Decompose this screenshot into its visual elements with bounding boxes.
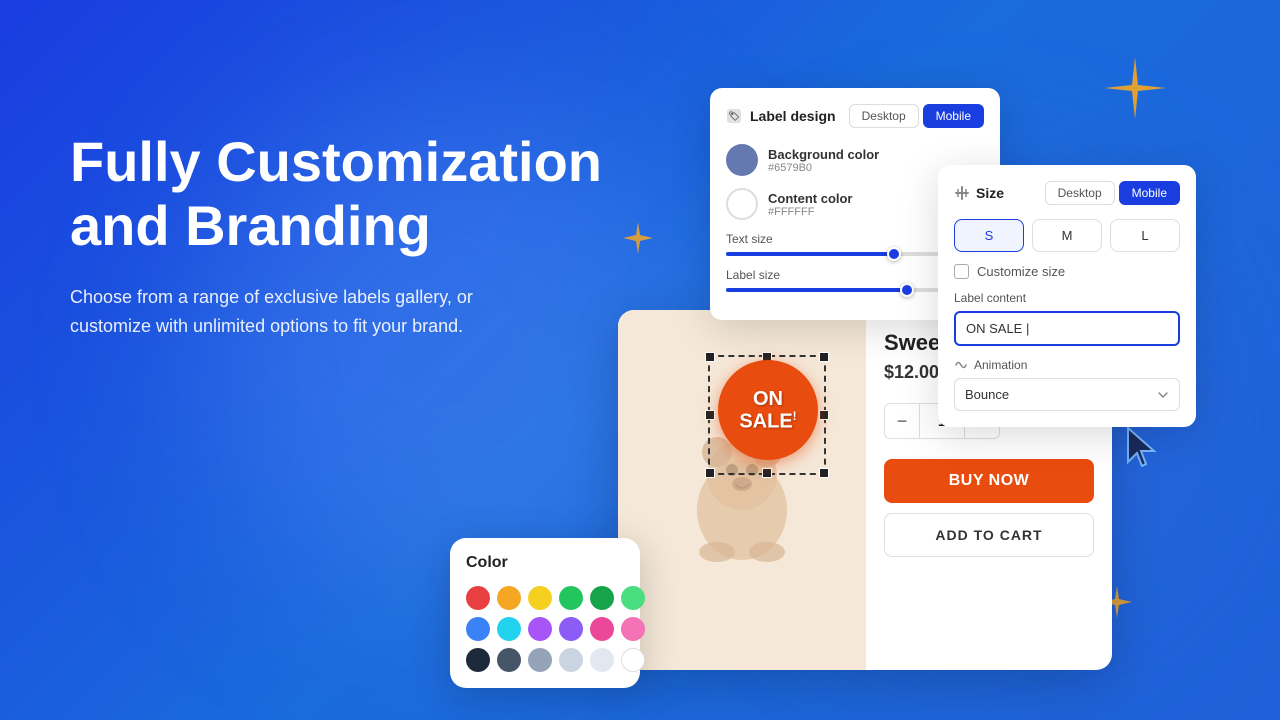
- bg-color-info: Background color #6579B0: [768, 147, 879, 174]
- handle-br[interactable]: [819, 468, 829, 478]
- content-color-info: Content color #FFFFFF: [768, 191, 853, 218]
- bg-color-circle[interactable]: [726, 144, 758, 176]
- color-picker-title: Color: [466, 554, 624, 572]
- color-dot-cyan[interactable]: [497, 617, 521, 641]
- handle-lm[interactable]: [705, 410, 715, 420]
- color-dot-pink[interactable]: [590, 617, 614, 641]
- cursor-icon: [1124, 426, 1160, 470]
- color-dot-slate[interactable]: [497, 648, 521, 672]
- size-icon: [954, 185, 970, 201]
- size-btn-s[interactable]: S: [954, 219, 1024, 252]
- svg-text:🏷: 🏷: [728, 111, 739, 121]
- on-sale-badge: ON SALE!: [718, 360, 818, 460]
- handle-bm[interactable]: [762, 468, 772, 478]
- size-btn-l[interactable]: L: [1110, 219, 1180, 252]
- label-design-title: 🏷 Label design: [726, 108, 836, 124]
- animation-value: Bounce: [965, 387, 1009, 402]
- add-to-cart-button[interactable]: ADD TO CART: [884, 513, 1094, 557]
- size-title: Size: [954, 185, 1004, 201]
- size-desktop-tab[interactable]: Desktop: [1045, 181, 1115, 205]
- color-dot-light-gray[interactable]: [559, 648, 583, 672]
- customize-row: Customize size: [954, 264, 1180, 279]
- animation-dropdown[interactable]: Bounce: [954, 378, 1180, 411]
- handle-rm[interactable]: [819, 410, 829, 420]
- size-tabs: Desktop Mobile: [1045, 181, 1180, 205]
- content-color-hex: #FFFFFF: [768, 206, 853, 218]
- hero-subtitle: Choose from a range of exclusive labels …: [70, 283, 530, 341]
- handle-bl[interactable]: [705, 468, 715, 478]
- color-dot-green[interactable]: [559, 586, 583, 610]
- size-panel-header: Size Desktop Mobile: [954, 181, 1180, 205]
- size-buttons: S M L: [954, 219, 1180, 252]
- color-dot-yellow[interactable]: [528, 586, 552, 610]
- color-dot-dark[interactable]: [466, 648, 490, 672]
- label-content-input[interactable]: [954, 311, 1180, 346]
- customize-label: Customize size: [977, 264, 1065, 279]
- color-dot-purple[interactable]: [528, 617, 552, 641]
- color-dot-orange[interactable]: [497, 586, 521, 610]
- buy-now-button[interactable]: BUY NOW: [884, 459, 1094, 503]
- bg-color-label: Background color: [768, 147, 879, 162]
- content-color-label: Content color: [768, 191, 853, 206]
- label-design-panel-title: Label design: [750, 108, 836, 124]
- animation-section: Animation Bounce: [954, 358, 1180, 411]
- size-panel-title: Size: [976, 185, 1004, 201]
- color-dot-light-pink[interactable]: [621, 617, 645, 641]
- animation-label: Animation: [974, 358, 1027, 372]
- product-image-area: ON SALE!: [618, 310, 866, 670]
- color-dot-dark-green[interactable]: [590, 586, 614, 610]
- on-sale-text-line2: SALE!: [739, 410, 796, 433]
- star-large-icon: [1100, 55, 1170, 125]
- hero-title: Fully Customization and Branding: [70, 130, 650, 259]
- label-content-section: Label content: [954, 291, 1180, 358]
- label-design-tabs: Desktop Mobile: [849, 104, 984, 128]
- size-btn-m[interactable]: M: [1032, 219, 1102, 252]
- animation-icon: [954, 358, 968, 372]
- label-design-mobile-tab[interactable]: Mobile: [923, 104, 984, 128]
- size-panel: Size Desktop Mobile S M L Customize size…: [938, 165, 1196, 427]
- color-grid: [466, 586, 624, 672]
- label-design-panel-header: 🏷 Label design Desktop Mobile: [726, 104, 984, 128]
- color-dot-gray[interactable]: [528, 648, 552, 672]
- color-dot-red[interactable]: [466, 586, 490, 610]
- label-content-title: Label content: [954, 291, 1180, 305]
- color-dot-white[interactable]: [621, 648, 645, 672]
- chevron-down-icon: [1157, 389, 1169, 401]
- label-icon: 🏷: [726, 108, 742, 124]
- color-dot-violet[interactable]: [559, 617, 583, 641]
- color-dot-lighter-gray[interactable]: [590, 648, 614, 672]
- customize-checkbox[interactable]: [954, 264, 969, 279]
- handle-tl[interactable]: [705, 352, 715, 362]
- hero-text-section: Fully Customization and Branding Choose …: [70, 130, 650, 340]
- on-sale-text-line1: ON: [753, 388, 783, 410]
- color-dot-blue[interactable]: [466, 617, 490, 641]
- on-sale-exclaim: !: [793, 409, 797, 423]
- color-picker-panel: Color: [450, 538, 640, 688]
- size-mobile-tab[interactable]: Mobile: [1119, 181, 1180, 205]
- label-design-desktop-tab[interactable]: Desktop: [849, 104, 919, 128]
- bg-color-hex: #6579B0: [768, 162, 879, 174]
- content-color-circle[interactable]: [726, 188, 758, 220]
- quantity-decrease-button[interactable]: −: [884, 403, 920, 439]
- color-dot-light-green[interactable]: [621, 586, 645, 610]
- handle-tr[interactable]: [819, 352, 829, 362]
- animation-header: Animation: [954, 358, 1180, 372]
- on-sale-sale: SALE: [739, 410, 792, 432]
